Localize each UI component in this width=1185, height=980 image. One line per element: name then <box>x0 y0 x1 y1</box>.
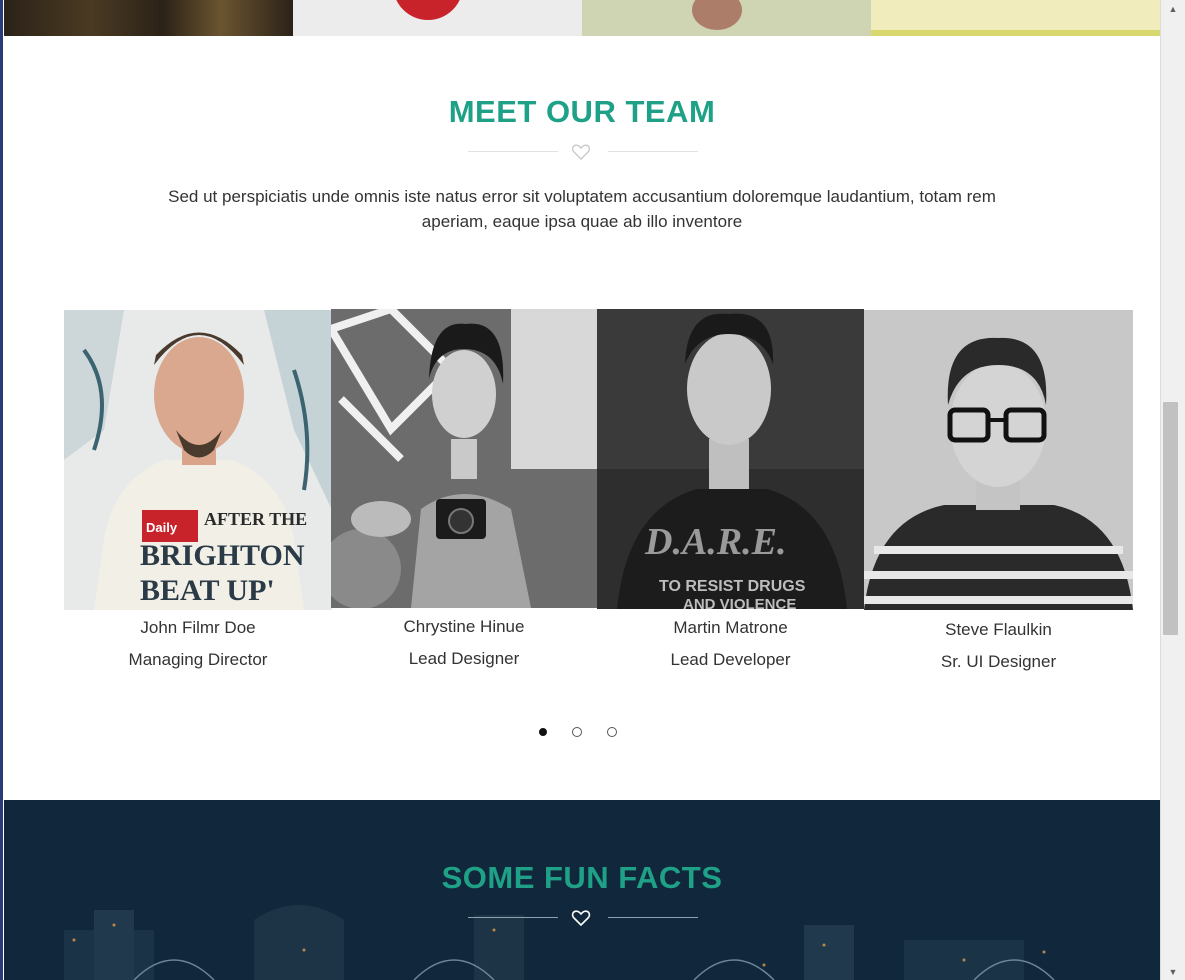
team-title: MEET OUR TEAM <box>448 94 716 129</box>
team-member-card[interactable]: Steve Flaulkin Sr. UI Designer <box>864 309 1133 709</box>
section-divider <box>468 908 698 928</box>
arrow-down-icon[interactable]: ▼ <box>1161 963 1185 980</box>
carousel-dot-3[interactable] <box>607 727 617 737</box>
arrow-up-icon[interactable]: ▲ <box>1161 0 1185 17</box>
city-skyline-background <box>4 890 1160 980</box>
team-member-card[interactable]: D.A.R.E. TO RESIST DRUGS AND VIOLENCE Ma… <box>597 309 864 709</box>
svg-text:TO RESIST DRUGS: TO RESIST DRUGS <box>659 578 806 595</box>
team-member-photo <box>864 310 1133 610</box>
team-member-photo: Daily AFTER THE BRIGHTON BEAT UP' <box>64 310 332 610</box>
team-section: MEET OUR TEAM Sed ut perspiciatis unde o… <box>4 36 1160 800</box>
team-intro: Sed ut perspiciatis unde omnis iste natu… <box>168 187 996 231</box>
team-member-role: Sr. UI Designer <box>940 652 1057 671</box>
team-member-name: Chrystine Hinue <box>403 617 525 636</box>
svg-text:AFTER THE: AFTER THE <box>204 509 307 529</box>
section-divider <box>468 142 698 162</box>
window-border <box>0 0 3 980</box>
team-member-name: John Filmr Doe <box>140 618 256 637</box>
fun-facts-section: SOME FUN FACTS <box>4 800 1160 980</box>
team-member-photo <box>331 309 597 608</box>
team-member-photo: D.A.R.E. TO RESIST DRUGS AND VIOLENCE <box>597 309 864 609</box>
carousel-dot-1[interactable] <box>539 728 547 736</box>
scrollbar-thumb[interactable] <box>1163 402 1178 635</box>
carousel-dot-2[interactable] <box>572 727 582 737</box>
heart-icon <box>571 144 591 160</box>
team-member-name: Martin Matrone <box>673 618 788 637</box>
portfolio-thumbnail[interactable] <box>582 0 871 36</box>
portfolio-strip <box>4 0 1160 36</box>
fun-facts-title: SOME FUN FACTS <box>441 860 723 895</box>
heart-icon <box>571 910 591 927</box>
svg-text:BRIGHTON: BRIGHTON <box>140 539 305 572</box>
team-member-role: Lead Designer <box>408 649 520 668</box>
portfolio-thumbnail[interactable] <box>293 0 582 36</box>
svg-text:D.A.R.E.: D.A.R.E. <box>644 521 786 563</box>
team-member-role: Lead Developer <box>670 650 791 669</box>
svg-text:AND VIOLENCE: AND VIOLENCE <box>683 596 796 609</box>
carousel-pagination <box>534 727 624 739</box>
portfolio-thumbnail[interactable] <box>871 0 1160 36</box>
team-member-card[interactable]: Daily AFTER THE BRIGHTON BEAT UP' John F… <box>64 309 332 709</box>
team-member-role: Managing Director <box>128 650 268 669</box>
team-member-card[interactable]: Chrystine Hinue Lead Designer <box>331 309 597 709</box>
svg-text:BEAT UP': BEAT UP' <box>140 574 275 607</box>
portfolio-thumbnail[interactable] <box>4 0 293 36</box>
team-member-name: Steve Flaulkin <box>945 620 1052 639</box>
vertical-scrollbar[interactable]: ▲ ▼ <box>1160 0 1185 980</box>
svg-text:Daily: Daily <box>146 520 178 535</box>
